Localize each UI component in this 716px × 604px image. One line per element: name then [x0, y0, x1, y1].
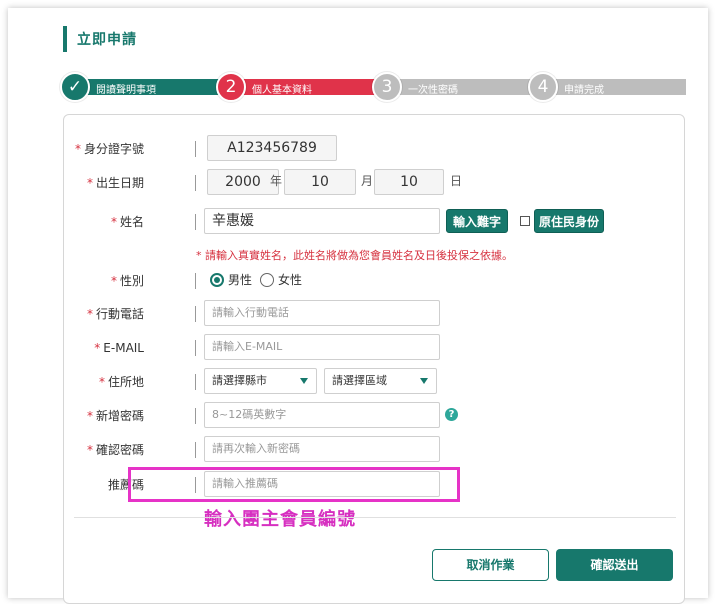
month-unit: 月 — [361, 174, 374, 188]
row-name: * 姓名 辛惠媛 輸入難字 原住民身份 — [64, 208, 684, 236]
required-mark: * — [86, 176, 93, 190]
page-title-text: 立即申請 — [77, 32, 137, 48]
label-separator — [195, 141, 196, 157]
password-input[interactable]: 8~12碼英數字 — [204, 402, 440, 428]
referral-annotation: 輸入團主會員編號 — [204, 509, 356, 530]
required-mark: * — [94, 341, 101, 355]
birth-label: * 出生日期 — [87, 169, 144, 197]
label-separator — [195, 340, 196, 356]
label-separator — [195, 442, 196, 458]
aboriginal-checkbox[interactable] — [520, 216, 530, 226]
step-3-number: 3 — [372, 72, 402, 102]
name-label-text: 姓名 — [119, 215, 144, 229]
password-label-text: 新增密碼 — [95, 409, 144, 423]
row-password: * 新增密碼 8~12碼英數字 ? — [64, 402, 684, 430]
cancel-button[interactable]: 取消作業 — [432, 549, 549, 581]
county-select-value: 請選擇縣市 — [212, 374, 267, 387]
county-select[interactable]: 請選擇縣市 — [204, 368, 317, 394]
row-gender: * 性別 男性 女性 — [64, 267, 684, 295]
address-label: * 住所地 — [99, 368, 144, 396]
required-mark: * — [86, 307, 93, 321]
progress-steps: ✓ 閱讀聲明事項 2 個人基本資料 3 一次性密碼 4 申請完成 — [60, 72, 686, 102]
label-separator — [195, 306, 196, 322]
email-label: * E-MAIL — [94, 334, 144, 362]
id-field[interactable]: A123456789 — [207, 135, 337, 161]
chevron-down-icon — [420, 378, 428, 384]
label-separator — [195, 374, 196, 390]
label-separator — [195, 175, 196, 191]
required-mark: * — [98, 375, 105, 389]
mobile-label-text: 行動電話 — [95, 307, 144, 321]
confirm-password-input[interactable]: 請再次輸入新密碼 — [204, 436, 440, 462]
gender-female-radio[interactable] — [260, 273, 274, 287]
name-note: * 請輸入真實姓名，此姓名將做為您會員姓名及日後投保之依據。 — [196, 249, 513, 262]
referral-highlight-box — [128, 467, 460, 502]
password-label: * 新增密碼 — [87, 402, 144, 430]
district-select[interactable]: 請選擇區域 — [324, 368, 437, 394]
address-label-text: 住所地 — [107, 375, 144, 389]
help-icon[interactable]: ? — [445, 408, 458, 421]
row-address: * 住所地 請選擇縣市 請選擇區域 — [64, 368, 684, 396]
required-mark: * — [74, 142, 81, 156]
gender-male-label: 男性 — [228, 273, 253, 287]
label-separator — [195, 273, 196, 289]
email-input[interactable]: 請輸入E-MAIL — [204, 334, 440, 360]
step-2-label: 個人基本資料 — [252, 85, 312, 96]
id-label: * 身分證字號 — [75, 135, 144, 163]
name-label: * 姓名 — [111, 208, 144, 236]
form-divider — [74, 517, 676, 518]
year-unit: 年 — [270, 174, 283, 188]
id-label-text: 身分證字號 — [83, 142, 144, 156]
required-mark: * — [86, 409, 93, 423]
birth-month-field[interactable]: 10 — [284, 169, 356, 195]
required-mark: * — [110, 215, 117, 229]
name-field[interactable]: 辛惠媛 — [204, 208, 440, 234]
birth-label-text: 出生日期 — [95, 176, 144, 190]
birth-day-field[interactable]: 10 — [374, 169, 444, 195]
required-mark: * — [86, 443, 93, 457]
step-1-label: 閱讀聲明事項 — [96, 85, 156, 96]
mobile-input[interactable]: 請輸入行動電話 — [204, 300, 440, 326]
row-mobile: * 行動電話 請輸入行動電話 — [64, 300, 684, 328]
row-birth: * 出生日期 2000 年 10 月 10 日 — [64, 169, 684, 197]
label-separator — [195, 214, 196, 230]
email-label-text: E-MAIL — [103, 341, 144, 355]
step-3-label: 一次性密碼 — [408, 85, 458, 96]
step-bar-4 — [536, 79, 686, 95]
gender-label: * 性別 — [111, 267, 144, 295]
birth-year-field[interactable]: 2000 — [207, 169, 279, 195]
day-unit: 日 — [450, 174, 463, 188]
step-1-check-icon: ✓ — [60, 72, 90, 102]
mobile-label: * 行動電話 — [87, 300, 144, 328]
chevron-down-icon — [300, 378, 308, 384]
gender-female-label: 女性 — [278, 273, 303, 287]
step-4-label: 申請完成 — [564, 85, 604, 96]
step-2-number: 2 — [216, 72, 246, 102]
step-4-number: 4 — [528, 72, 558, 102]
gender-label-text: 性別 — [119, 274, 144, 288]
aboriginal-button[interactable]: 原住民身份 — [534, 209, 604, 233]
page-title: 立即申請 — [63, 26, 137, 52]
row-email: * E-MAIL 請輸入E-MAIL — [64, 334, 684, 362]
row-id: * 身分證字號 A123456789 — [64, 135, 684, 163]
required-mark: * — [110, 274, 117, 288]
submit-button[interactable]: 確認送出 — [556, 549, 673, 581]
personal-info-form: * 身分證字號 A123456789 * 出生日期 2000 年 10 月 10 日… — [63, 114, 685, 604]
row-confirm-password: * 確認密碼 請再次輸入新密碼 — [64, 436, 684, 464]
district-select-value: 請選擇區域 — [332, 374, 387, 387]
confirm-label-text: 確認密碼 — [95, 443, 144, 457]
confirm-label: * 確認密碼 — [87, 436, 144, 464]
title-accent — [63, 26, 67, 52]
gender-male-radio[interactable] — [210, 273, 224, 287]
rare-char-button[interactable]: 輸入難字 — [446, 209, 508, 233]
application-window: 立即申請 ✓ 閱讀聲明事項 2 個人基本資料 3 一次性密碼 4 申請完成 * 身… — [8, 8, 708, 604]
label-separator — [195, 408, 196, 424]
step-bar-3 — [380, 79, 536, 95]
